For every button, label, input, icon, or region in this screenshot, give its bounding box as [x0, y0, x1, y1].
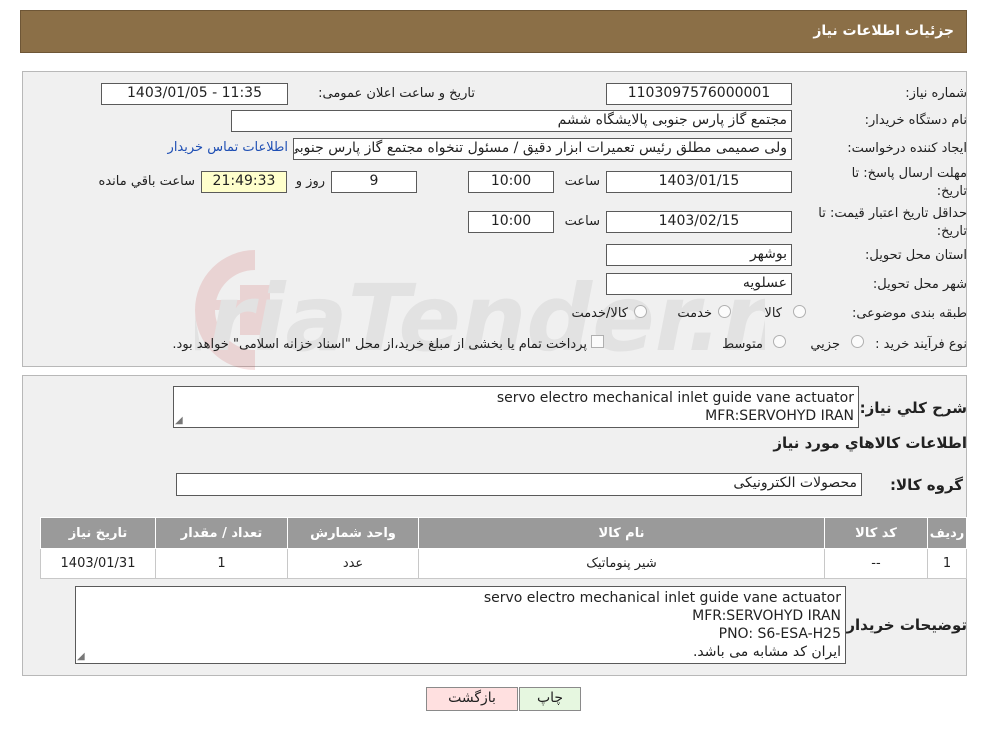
category-goods-radio[interactable]: [793, 305, 806, 318]
validity-time-label: ساعت: [564, 214, 600, 229]
deadline-label-line2: تاریخ:: [936, 184, 967, 199]
province-label: استان محل تحویل:: [865, 248, 967, 263]
process-type-label: نوع فرآیند خرید :: [875, 337, 967, 352]
buyer-org-field: مجتمع گاز پارس جنوبی پالایشگاه ششم: [231, 110, 792, 132]
cell-item-code: --: [824, 548, 928, 579]
category-goods-service-label: کالا/خدمت: [571, 306, 628, 321]
table-row: 1 -- شیر پنوماتیک عدد 1 1403/01/31: [40, 548, 967, 579]
back-button[interactable]: بازگشت: [426, 687, 518, 711]
process-minor-radio[interactable]: [851, 335, 864, 348]
payment-note: پرداخت تمام یا بخشی از مبلغ خرید،از محل …: [172, 337, 587, 352]
resize-grip-icon[interactable]: ◢: [175, 416, 185, 426]
resize-grip-icon[interactable]: ◢: [77, 652, 87, 662]
validity-time-field: 10:00: [468, 211, 554, 233]
category-service-radio[interactable]: [718, 305, 731, 318]
print-button[interactable]: چاپ: [519, 687, 581, 711]
validity-label-line1: حداقل تاریخ اعتبار قیمت: تا: [818, 206, 967, 221]
buyer-contact-link[interactable]: اطلاعات تماس خریدار: [168, 140, 288, 155]
validity-label: حداقل تاریخ اعتبار قیمت: تا تاریخ:: [818, 205, 967, 241]
remaining-time-field: 21:49:33: [201, 171, 287, 193]
validity-label-line2: تاریخ:: [936, 224, 967, 239]
category-service-label: خدمت: [677, 306, 712, 321]
treasury-checkbox[interactable]: [591, 335, 604, 348]
deadline-time-field: 10:00: [468, 171, 554, 193]
page-title: جزئیات اطلاعات نیاز: [813, 23, 954, 39]
cell-item-name: شیر پنوماتیک: [418, 548, 825, 579]
deadline-label-line1: مهلت ارسال پاسخ: تا: [851, 166, 967, 181]
province-field: بوشهر: [606, 244, 792, 266]
page-header: جزئیات اطلاعات نیاز: [20, 10, 967, 53]
days-field: 9: [331, 171, 417, 193]
announce-datetime-label: تاریخ و ساعت اعلان عمومی:: [318, 86, 475, 101]
city-label: شهر محل تحویل:: [872, 277, 967, 292]
category-label: طبقه بندی موضوعی:: [851, 306, 967, 321]
validity-date-field: 1403/02/15: [606, 211, 792, 233]
deadline-label: مهلت ارسال پاسخ: تا تاریخ:: [852, 165, 967, 201]
process-medium-label: متوسط: [722, 337, 763, 352]
category-goods-service-radio[interactable]: [634, 305, 647, 318]
cell-need-date: 1403/01/31: [40, 548, 156, 579]
buyer-notes-textarea[interactable]: servo electro mechanical inlet guide van…: [75, 586, 846, 664]
city-field: عسلویه: [606, 273, 792, 295]
goods-group-label: گروه کالا:: [890, 476, 963, 494]
days-label: روز و: [295, 174, 325, 189]
cell-row-number: 1: [927, 548, 967, 579]
announce-datetime-field: 1403/01/05 - 11:35: [101, 83, 288, 105]
cell-unit: عدد: [287, 548, 419, 579]
need-number-label: شماره نیاز:: [905, 86, 967, 101]
goods-info-title: اطلاعات کالاهاي مورد نياز: [773, 434, 967, 452]
category-goods-label: کالا: [764, 306, 782, 321]
goods-table-header: رديف کد کالا نام کالا واحد شمارش تعداد /…: [40, 517, 967, 549]
buyer-org-label: نام دستگاه خریدار:: [864, 113, 967, 128]
col-unit: واحد شمارش: [287, 517, 419, 549]
summary-line-1: servo electro mechanical inlet guide van…: [496, 390, 854, 406]
process-minor-label: جزیي: [810, 337, 840, 352]
remaining-time-label: ساعت باقي مانده: [98, 174, 195, 189]
creator-field: ولی صمیمی مطلق رئیس تعمیرات ابزار دقیق /…: [293, 138, 792, 160]
goods-table: رديف کد کالا نام کالا واحد شمارش تعداد /…: [40, 517, 967, 579]
buyer-notes-label: توضیحات خریدار:: [840, 616, 967, 634]
buyer-notes-line-3: PNO: S6-ESA-H25: [718, 626, 841, 642]
buyer-notes-line-1: servo electro mechanical inlet guide van…: [483, 590, 841, 606]
summary-line-2: MFR:SERVOHYD IRAN: [705, 408, 854, 424]
creator-label: ایجاد کننده درخواست:: [847, 141, 967, 156]
buyer-notes-line-2: MFR:SERVOHYD IRAN: [692, 608, 841, 624]
deadline-date-field: 1403/01/15: [606, 171, 792, 193]
col-need-date: تاریخ نیاز: [40, 517, 156, 549]
col-item-name: نام کالا: [418, 517, 825, 549]
summary-label: شرح کلي نياز:: [859, 399, 967, 417]
need-number-field: 1103097576000001: [606, 83, 792, 105]
col-quantity: تعداد / مقدار: [155, 517, 288, 549]
col-item-code: کد کالا: [824, 517, 928, 549]
goods-group-field: محصولات الکترونیکی: [176, 473, 862, 496]
summary-textarea[interactable]: servo electro mechanical inlet guide van…: [173, 386, 859, 428]
buyer-notes-line-4: ایران کد مشابه می باشد.: [692, 644, 841, 660]
deadline-time-label: ساعت: [564, 174, 600, 189]
cell-quantity: 1: [155, 548, 288, 579]
process-medium-radio[interactable]: [773, 335, 786, 348]
col-row-number: رديف: [927, 517, 967, 549]
